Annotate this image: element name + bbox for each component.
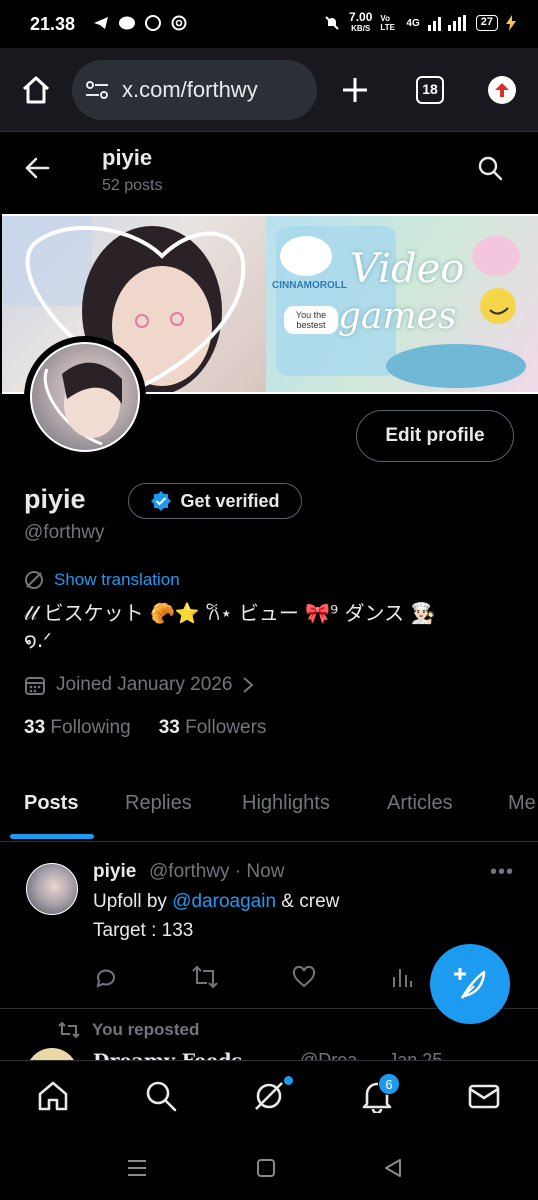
home-nav-icon[interactable]: [36, 1079, 70, 1113]
network-type: 4G: [406, 17, 420, 29]
avatar-image: [30, 342, 140, 452]
post-text-line-1: Upfoll by @daroagain & crew: [93, 891, 340, 912]
post-avatar[interactable]: [26, 863, 78, 915]
banner-title-games: games: [338, 296, 457, 337]
post-author[interactable]: piyie: [93, 861, 136, 883]
messenger-icon: [145, 15, 161, 31]
reply-icon[interactable]: [94, 965, 118, 989]
post-mention[interactable]: @daroagain: [172, 891, 276, 912]
threads-icon: [171, 15, 187, 31]
topbar-name: piyie: [102, 145, 153, 170]
back-triangle-icon[interactable]: [382, 1157, 404, 1179]
banner-sticker: You the bestest: [284, 306, 338, 334]
post-text-line-2: Target : 133: [93, 920, 194, 941]
joined-label: Joined January 2026: [56, 674, 233, 695]
url-text[interactable]: x.com/forthwy: [122, 77, 258, 103]
recents-icon[interactable]: [126, 1158, 148, 1178]
banner-title-video: Video: [350, 246, 465, 292]
banner-brand: CINNAMOROLL: [272, 280, 347, 291]
views-icon[interactable]: [392, 965, 412, 989]
home-icon[interactable]: [20, 74, 52, 106]
repost-small-icon: [58, 1021, 80, 1039]
profile-avatar[interactable]: [24, 336, 146, 458]
browser-toolbar: x.com/forthwy 18: [0, 48, 538, 132]
bio: 𝓁𝓁 ビスケット 🥐⭐ 𐙚⋆ ビュー 🎀⁹ ダンス 👨🏻‍🍳 ໑.ᐟ: [24, 600, 514, 654]
system-navigation-bar: [0, 1140, 538, 1200]
notifications-badge: 6: [378, 1073, 400, 1095]
bottom-navigation: [0, 1060, 538, 1140]
feather-plus-icon: [454, 968, 486, 999]
arrow-up-icon: [495, 83, 509, 97]
translate-globe-icon: [25, 571, 43, 589]
status-bar: 21.38 7.00 KB/S Vo LTE 4G 27: [0, 0, 538, 48]
system-status: 7.00 KB/S Vo LTE 4G 27: [323, 10, 516, 34]
tab-replies[interactable]: Replies: [125, 792, 192, 815]
profile-topbar: piyie 52 posts: [0, 133, 538, 213]
tab-articles[interactable]: Articles: [387, 792, 453, 815]
repost-label: You reposted: [92, 1020, 200, 1039]
post-meta: @forthwy · Now: [149, 861, 285, 882]
messages-envelope-icon[interactable]: [467, 1079, 501, 1113]
compose-post-button[interactable]: [430, 944, 510, 1024]
followers-label: Followers: [185, 717, 267, 738]
mute-icon: [325, 16, 339, 30]
clock: 21.38: [30, 14, 76, 34]
bio-line-1: 𝓁𝓁 ビスケット 🥐⭐ 𐙚⋆ ビュー 🎀⁹ ダンス 👨🏻‍🍳: [24, 601, 436, 625]
like-icon[interactable]: [292, 965, 316, 989]
line-icon: [119, 16, 135, 30]
followers-count: 33: [158, 717, 180, 738]
show-translation-label[interactable]: Show translation: [54, 570, 180, 590]
more-options-icon[interactable]: •••: [490, 861, 514, 884]
back-arrow-icon[interactable]: [24, 155, 50, 181]
net-speed: 7.00 KB/S: [349, 10, 373, 33]
battery-indicator: 27: [475, 15, 498, 31]
grok-icon[interactable]: [252, 1079, 286, 1113]
explore-search-icon[interactable]: [144, 1079, 178, 1113]
get-verified-button[interactable]: Get verified: [128, 483, 302, 519]
bio-line-2: ໑.ᐟ: [24, 628, 52, 652]
tab-switcher-button[interactable]: 18: [416, 76, 444, 104]
address-bar[interactable]: x.com/forthwy: [72, 60, 317, 120]
calendar-icon: [25, 677, 45, 695]
banner-graphic: CINNAMOROLL You the bestest Video games: [266, 216, 538, 392]
follow-stats: 33 Following 33 Followers: [24, 717, 266, 739]
signal-icon: [427, 15, 466, 31]
get-verified-label: Get verified: [180, 490, 280, 511]
tab-highlights[interactable]: Highlights: [242, 792, 330, 815]
repost-icon[interactable]: [192, 965, 218, 989]
home-square-icon[interactable]: [256, 1158, 276, 1178]
followers-link[interactable]: 33 Followers: [159, 717, 267, 739]
following-link[interactable]: 33 Following: [24, 717, 131, 739]
tab-posts[interactable]: Posts: [24, 792, 78, 815]
notification-icons: [92, 14, 188, 32]
tab-media[interactable]: Me: [508, 792, 536, 815]
following-label: Following: [50, 717, 131, 738]
update-button[interactable]: [488, 76, 516, 104]
grok-indicator-dot: [284, 1076, 293, 1085]
new-tab-icon[interactable]: [341, 76, 369, 104]
telegram-icon: [94, 17, 108, 29]
charging-icon: [506, 15, 516, 31]
joined-date[interactable]: Joined January 2026: [24, 674, 254, 696]
post-count: 52 posts: [102, 177, 163, 194]
display-name: piyie: [24, 484, 86, 514]
site-settings-icon[interactable]: [84, 77, 110, 103]
handle: @forthwy: [24, 522, 105, 543]
active-tab-indicator: [10, 834, 94, 839]
profile-tabs: Posts Replies Highlights Articles Me: [0, 770, 538, 842]
show-translation-link[interactable]: Show translation: [24, 570, 180, 590]
following-count: 33: [24, 717, 46, 738]
edit-profile-button[interactable]: Edit profile: [356, 410, 514, 462]
chevron-right-icon: [243, 677, 254, 693]
search-icon[interactable]: [477, 155, 503, 181]
repost-indicator: You reposted: [58, 1020, 199, 1040]
verified-badge-icon: [151, 491, 172, 511]
volte-label: Vo LTE: [380, 14, 395, 32]
